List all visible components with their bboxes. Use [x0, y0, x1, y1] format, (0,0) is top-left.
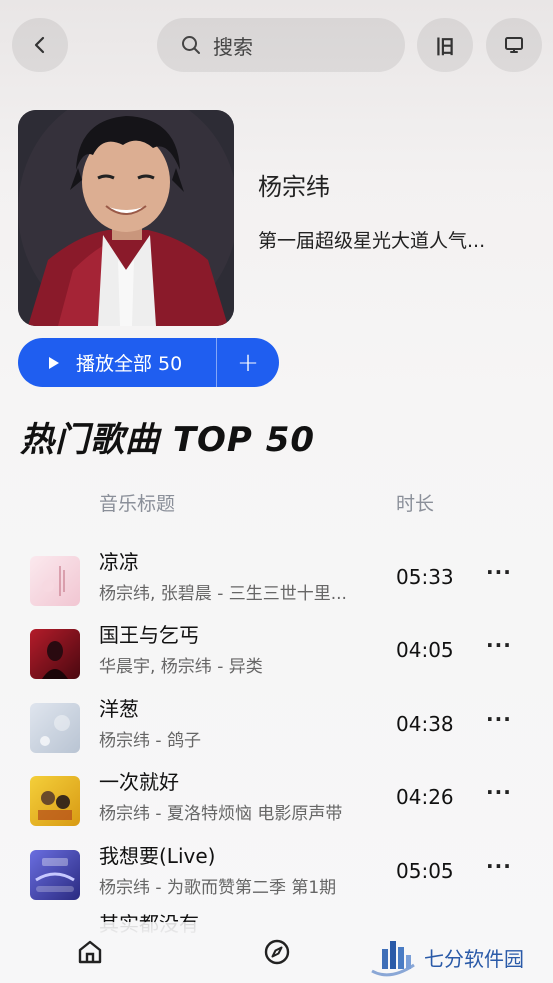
search-bar[interactable]: 搜索 — [157, 18, 405, 72]
watermark-logo: 七分软件园 — [370, 935, 524, 979]
home-icon — [78, 940, 102, 964]
song-thumbnail — [30, 556, 80, 606]
song-artist-album: 杨宗纬 - 鸽子 — [99, 731, 201, 751]
desktop-icon — [505, 37, 523, 53]
desktop-button[interactable] — [486, 18, 542, 72]
more-options-icon[interactable]: ··· — [486, 854, 512, 878]
chevron-left-icon — [34, 36, 45, 54]
song-duration: 04:38 — [396, 712, 454, 736]
search-icon — [181, 35, 201, 55]
song-thumbnail — [30, 850, 80, 900]
more-options-icon[interactable]: ··· — [486, 560, 512, 584]
song-row[interactable]: 凉凉 杨宗纬, 张碧晨 - 三生三世十里... 05:33 ··· — [0, 544, 553, 614]
song-duration: 04:05 — [396, 638, 454, 662]
explore-tab[interactable] — [263, 938, 291, 970]
song-row[interactable]: 洋葱 杨宗纬 - 鸽子 04:38 ··· — [0, 691, 553, 761]
column-header-title: 音乐标题 — [99, 493, 176, 515]
song-title: 洋葱 — [99, 697, 139, 721]
song-title: 凉凉 — [99, 550, 139, 574]
artist-name: 杨宗纬 — [258, 173, 330, 201]
artist-cover-image — [18, 110, 234, 326]
play-all-group: 播放全部 50 + — [18, 338, 279, 387]
song-row[interactable]: 国王与乞丐 华晨宇, 杨宗纬 - 异类 04:05 ··· — [0, 617, 553, 687]
song-title: 我想要(Live) — [99, 844, 216, 868]
compass-icon — [264, 939, 290, 965]
more-options-icon[interactable]: ··· — [486, 707, 512, 731]
home-tab[interactable] — [76, 938, 104, 970]
song-thumbnail — [30, 629, 80, 679]
top-bar: 搜索 旧 — [12, 18, 542, 72]
song-thumbnail — [30, 776, 80, 826]
song-duration: 05:33 — [396, 565, 454, 589]
song-title: 国王与乞丐 — [99, 623, 199, 647]
more-options-icon[interactable]: ··· — [486, 780, 512, 804]
song-row[interactable]: 一次就好 杨宗纬 - 夏洛特烦恼 电影原声带 04:26 ··· — [0, 764, 553, 834]
song-thumbnail — [30, 703, 80, 753]
add-all-button[interactable]: + — [217, 338, 279, 387]
plus-icon: + — [237, 347, 259, 378]
back-button[interactable] — [12, 18, 68, 72]
song-artist-album: 华晨宇, 杨宗纬 - 异类 — [99, 657, 263, 677]
song-duration: 05:05 — [396, 859, 454, 883]
watermark-text: 七分软件园 — [424, 946, 524, 971]
song-artist-album: 杨宗纬, 张碧晨 - 三生三世十里... — [99, 584, 347, 604]
search-placeholder: 搜索 — [213, 34, 253, 59]
column-header-duration: 时长 — [396, 493, 435, 515]
artist-description[interactable]: 第一届超级星光大道人气... — [258, 226, 528, 253]
section-title: 热门歌曲 TOP 50 — [20, 420, 316, 460]
more-options-icon[interactable]: ··· — [486, 633, 512, 657]
watermark-icon — [371, 941, 415, 977]
play-all-label: 播放全部 50 — [76, 353, 183, 375]
song-duration: 04:26 — [396, 785, 454, 809]
history-label: 旧 — [435, 35, 455, 58]
song-row[interactable]: 我想要(Live) 杨宗纬 - 为歌而赞第二季 第1期 05:05 ··· — [0, 838, 553, 908]
play-icon — [48, 356, 60, 370]
song-title: 一次就好 — [99, 770, 179, 794]
song-artist-album: 杨宗纬 - 为歌而赞第二季 第1期 — [99, 878, 337, 898]
play-all-button[interactable]: 播放全部 50 — [18, 338, 216, 387]
song-artist-album: 杨宗纬 - 夏洛特烦恼 电影原声带 — [99, 804, 343, 824]
history-button[interactable]: 旧 — [417, 18, 473, 72]
